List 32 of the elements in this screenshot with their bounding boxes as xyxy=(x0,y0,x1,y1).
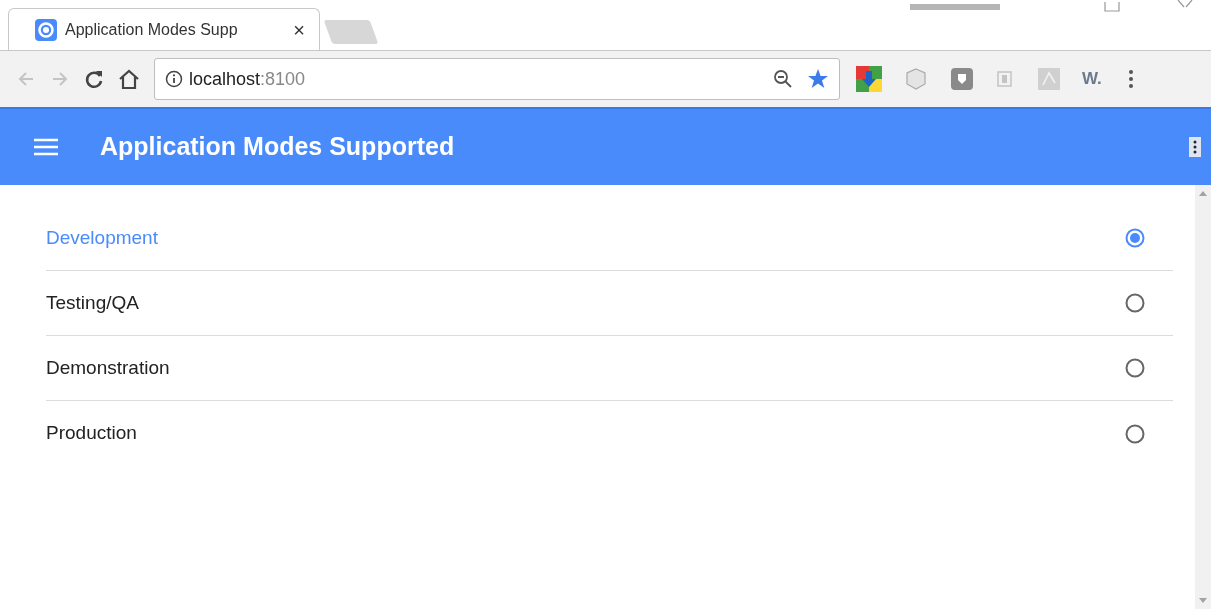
menu-icon[interactable] xyxy=(34,138,58,156)
close-icon[interactable] xyxy=(1176,0,1194,8)
cube-icon[interactable] xyxy=(904,67,928,91)
maximize-icon[interactable] xyxy=(1104,2,1120,12)
mode-label: Testing/QA xyxy=(46,290,140,315)
mode-label: Development xyxy=(46,225,159,250)
mode-label: Demonstration xyxy=(46,355,171,380)
url-text: localhost:8100 xyxy=(189,67,307,91)
radio-button[interactable] xyxy=(1125,228,1145,248)
browser-tab[interactable]: Application Modes Supp × xyxy=(8,8,320,50)
tab-close-button[interactable]: × xyxy=(293,14,305,45)
radio-button[interactable] xyxy=(1125,293,1145,313)
scrollbar[interactable] xyxy=(1195,185,1211,609)
info-icon xyxy=(165,70,183,88)
shield-icon[interactable] xyxy=(950,67,974,91)
scroll-down-icon[interactable] xyxy=(1199,598,1207,603)
more-icon[interactable] xyxy=(1189,137,1201,157)
address-bar[interactable]: localhost:8100 xyxy=(154,58,840,100)
star-icon[interactable] xyxy=(807,68,829,90)
radio-button[interactable] xyxy=(1125,358,1145,378)
reload-icon[interactable] xyxy=(84,69,104,89)
extension-icon[interactable] xyxy=(856,66,882,92)
mode-label: Production xyxy=(46,421,138,446)
tab-title: Application Modes Supp xyxy=(65,19,239,40)
menu-icon[interactable] xyxy=(1127,69,1134,89)
extension-button[interactable]: W. xyxy=(1082,66,1102,92)
home-icon[interactable] xyxy=(118,68,140,90)
scroll-up-icon[interactable] xyxy=(1199,191,1207,196)
zoom-out-icon[interactable] xyxy=(773,69,793,89)
radio-button[interactable] xyxy=(1125,423,1145,444)
app-logo-icon xyxy=(35,18,57,41)
app-title: Application Modes Supported xyxy=(100,131,456,163)
